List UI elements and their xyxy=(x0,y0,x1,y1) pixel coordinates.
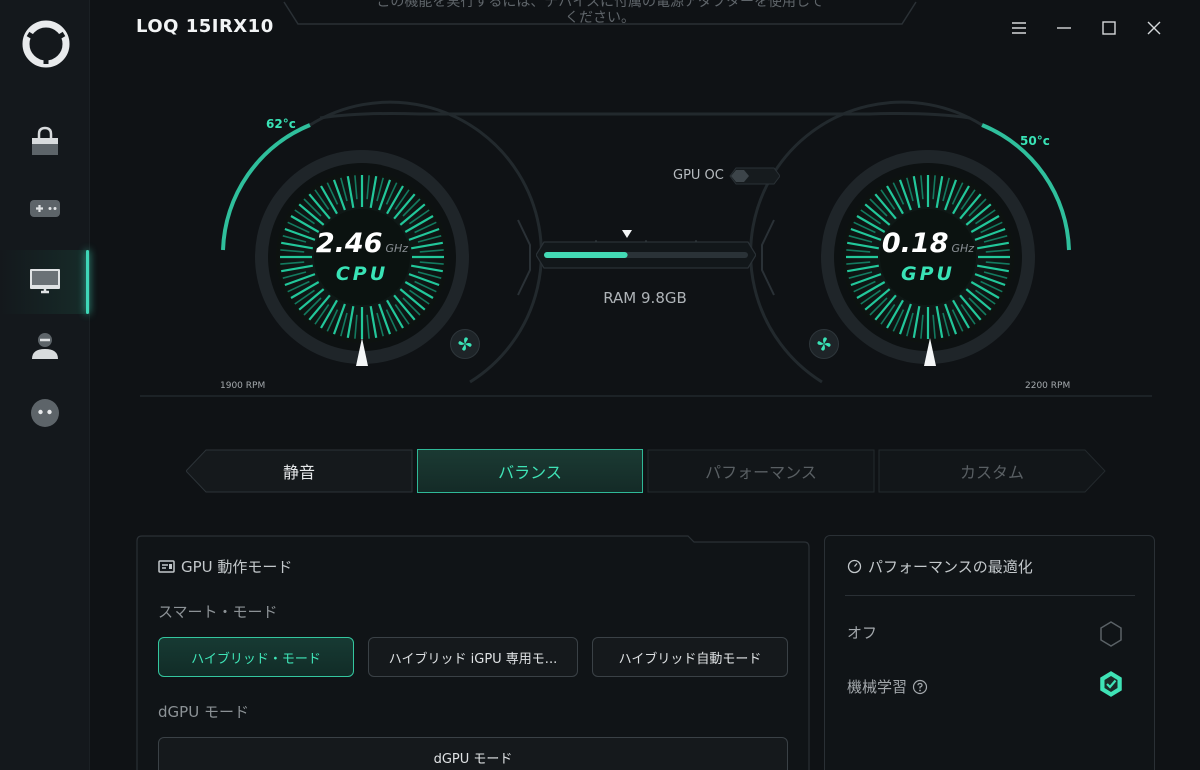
perf-opt-off-text: オフ xyxy=(847,624,878,642)
nav-active-indicator xyxy=(86,250,89,314)
minimize-button[interactable] xyxy=(1050,14,1078,42)
cpu-label-wrap: CPU xyxy=(312,263,412,285)
perf-opt-off-radio[interactable] xyxy=(1098,620,1124,648)
sidebar-item-assistant[interactable] xyxy=(0,383,90,443)
hamburger-icon xyxy=(1012,22,1026,34)
shopping-bag-icon xyxy=(32,126,58,155)
maximize-icon xyxy=(1102,21,1116,35)
gpu-oc-toggle[interactable] xyxy=(728,166,780,186)
perf-opt-divider xyxy=(845,595,1135,596)
gpu-oc-label: GPU OC xyxy=(673,168,724,183)
sidebar-item-device[interactable] xyxy=(0,250,90,314)
hybrid-igpu-mode-button[interactable]: ハイブリッド iGPU 専用モ... xyxy=(368,637,578,677)
ram-usage-text: RAM 9.8GB xyxy=(603,289,687,307)
performance-optimization-panel: パフォーマンスの最適化 オフ 機械学習 xyxy=(824,535,1155,770)
gpu-mode-panel: GPU 動作モード スマート・モード ハイブリッド・モード ハイブリッド iGP… xyxy=(136,535,810,770)
sidebar-item-account[interactable] xyxy=(0,316,90,376)
robot-face-icon xyxy=(31,399,59,427)
close-icon xyxy=(1147,21,1161,35)
gpu-mode-title: GPU 動作モード xyxy=(181,558,293,576)
sidebar-item-store[interactable] xyxy=(0,112,90,172)
gpu-label: GPU xyxy=(901,263,955,285)
cpu-temperature: 62°c xyxy=(266,117,296,131)
gpu-frequency: 0.18 xyxy=(881,228,949,259)
gpu-frequency-unit: GHz xyxy=(951,242,975,255)
perf-opt-header: パフォーマンスの最適化 xyxy=(847,556,1033,577)
maximize-button[interactable] xyxy=(1095,14,1123,42)
gamepad-icon xyxy=(30,200,60,217)
fan-icon xyxy=(458,337,472,351)
perf-opt-ml-radio[interactable] xyxy=(1098,670,1124,698)
gpu-fan-button[interactable] xyxy=(809,329,839,359)
gpu-mode-header: GPU 動作モード xyxy=(158,556,292,577)
gpu-label-wrap: GPU xyxy=(878,263,978,285)
dgpu-mode-button[interactable]: dGPU モード xyxy=(158,737,788,770)
perf-opt-off-label: オフ xyxy=(847,622,877,643)
menu-button[interactable] xyxy=(1005,14,1033,42)
cpu-readout: 2.46 GHz xyxy=(292,228,432,259)
gpu-temperature: 50°c xyxy=(1020,134,1050,148)
minimize-icon xyxy=(1057,27,1071,29)
smart-mode-label: スマート・モード xyxy=(158,603,278,621)
perf-opt-title: パフォーマンスの最適化 xyxy=(868,558,1033,576)
mode-tab-performance[interactable]: パフォーマンス xyxy=(648,449,874,493)
gauge-icon xyxy=(847,559,862,574)
power-adapter-banner: この機能を実行するには、デバイスに付属の電源アダプターを使用して ください。 xyxy=(282,0,918,32)
mode-tab-balance[interactable]: バランス xyxy=(417,449,643,493)
monitor-icon xyxy=(30,269,60,294)
cpu-frequency-unit: GHz xyxy=(385,242,409,255)
sidebar xyxy=(0,0,90,770)
hybrid-auto-mode-button[interactable]: ハイブリッド自動モード xyxy=(592,637,788,677)
close-button[interactable] xyxy=(1140,14,1168,42)
ram-marker-icon xyxy=(622,230,632,238)
perf-opt-ml-text: 機械学習 xyxy=(847,678,908,696)
perf-opt-ml-label: 機械学習 xyxy=(847,676,928,697)
mode-tab-quiet[interactable]: 静音 xyxy=(186,449,412,493)
cpu-frequency: 2.46 xyxy=(315,228,383,259)
mode-tab-custom[interactable]: カスタム xyxy=(879,449,1105,493)
gpu-readout: 0.18 GHz xyxy=(858,228,998,259)
app-title: LOQ 15IRX10 xyxy=(136,16,274,37)
cpu-fan-button[interactable] xyxy=(450,329,480,359)
banner-line-2: ください。 xyxy=(565,10,635,26)
legion-logo-icon xyxy=(22,20,70,68)
user-icon xyxy=(32,333,58,359)
hybrid-mode-button[interactable]: ハイブリッド・モード xyxy=(158,637,354,677)
fan-icon xyxy=(817,337,831,351)
gpu-fan-rpm: 2200 RPM xyxy=(1025,381,1071,391)
dgpu-mode-label: dGPU モード xyxy=(158,703,249,721)
sidebar-item-games[interactable] xyxy=(0,178,90,238)
banner-line-1: この機能を実行するには、デバイスに付属の電源アダプターを使用して xyxy=(376,0,824,10)
banner-text: この機能を実行するには、デバイスに付属の電源アダプターを使用して ください。 xyxy=(282,0,918,26)
ram-usage-bar xyxy=(536,240,756,269)
gpu-card-icon xyxy=(158,560,175,573)
cpu-fan-rpm: 1900 RPM xyxy=(220,381,266,391)
cpu-label: CPU xyxy=(335,263,389,285)
help-icon[interactable] xyxy=(912,679,928,695)
